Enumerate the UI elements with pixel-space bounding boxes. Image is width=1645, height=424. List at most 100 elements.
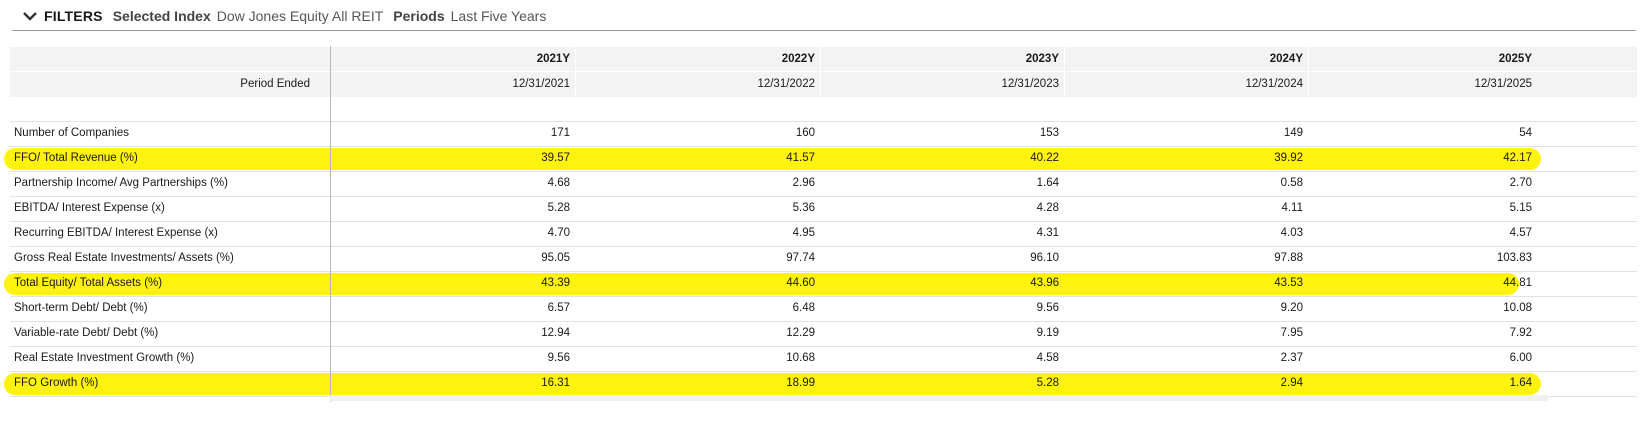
cell-value: 10.68 bbox=[786, 352, 815, 364]
cell-value: 44.81 bbox=[1503, 277, 1532, 289]
horizontal-scrollbar[interactable] bbox=[330, 395, 1548, 401]
row-label: Total Equity/ Total Assets (%) bbox=[14, 277, 163, 289]
cell-value: 1.64 bbox=[1509, 377, 1532, 389]
table-row: EBITDA/ Interest Expense (x) 5.28 5.36 4.28… bbox=[10, 196, 1637, 222]
cell-value: 5.36 bbox=[792, 202, 815, 214]
cell-value: 44.60 bbox=[786, 277, 815, 289]
cell-value: 12.94 bbox=[541, 327, 570, 339]
table-row: Partnership Income/ Avg Partnerships (%)… bbox=[10, 171, 1637, 197]
cell-value: 4.11 bbox=[1281, 202, 1303, 214]
table-row: FFO/ Total Revenue (%) 39.57 41.57 40.22 39.… bbox=[10, 146, 1637, 172]
cell-value: 96.10 bbox=[1030, 252, 1059, 264]
cell-value: 4.68 bbox=[547, 177, 570, 189]
table-row: Total Equity/ Total Assets (%) 43.39 44.60… bbox=[10, 271, 1637, 297]
cell-value: 97.88 bbox=[1274, 252, 1303, 264]
table-row: Number of Companies 171 160 153 149 54 bbox=[10, 121, 1637, 147]
column-header-2023y: 2023Y bbox=[1025, 53, 1059, 65]
header-column-divider bbox=[575, 46, 576, 96]
cell-value: 4.03 bbox=[1280, 227, 1303, 239]
periods-label: Periods bbox=[393, 8, 445, 24]
cell-value: 4.95 bbox=[792, 227, 815, 239]
cell-value: 1.64 bbox=[1036, 177, 1059, 189]
cell-value: 5.28 bbox=[547, 202, 570, 214]
cell-value: 43.53 bbox=[1274, 277, 1303, 289]
cell-value: 153 bbox=[1039, 127, 1059, 139]
cell-value: 160 bbox=[795, 127, 815, 139]
row-label: Variable-rate Debt/ Debt (%) bbox=[14, 327, 159, 339]
cell-value: 16.31 bbox=[541, 377, 570, 389]
cell-value: 43.39 bbox=[541, 277, 570, 289]
column-header-2022y: 2022Y bbox=[781, 53, 815, 65]
period-date: 12/31/2021 bbox=[512, 78, 570, 90]
filters-bar: FILTERS Selected Index Dow Jones Equity … bbox=[0, 0, 1645, 32]
selected-index-value: Dow Jones Equity All REIT bbox=[216, 8, 384, 24]
cell-value: 2.94 bbox=[1280, 377, 1303, 389]
row-label: FFO/ Total Revenue (%) bbox=[14, 152, 138, 164]
header-column-divider bbox=[1064, 46, 1065, 96]
table-row: FFO Growth (%) 16.31 18.99 5.28 2.94 1.64 bbox=[10, 371, 1637, 397]
table-row: Recurring EBITDA/ Interest Expense (x) 4.… bbox=[10, 221, 1637, 247]
column-header-2021y: 2021Y bbox=[536, 53, 570, 65]
row-label: Real Estate Investment Growth (%) bbox=[14, 352, 195, 364]
filters-title[interactable]: FILTERS bbox=[44, 8, 103, 24]
cell-value: 0.58 bbox=[1280, 177, 1303, 189]
cell-value: 7.92 bbox=[1509, 327, 1532, 339]
cell-value: 171 bbox=[550, 127, 570, 139]
table-row: Variable-rate Debt/ Debt (%) 12.94 12.29 9.… bbox=[10, 321, 1637, 347]
cell-value: 2.96 bbox=[792, 177, 815, 189]
table-row: Real Estate Investment Growth (%) 9.56 10.… bbox=[10, 346, 1637, 372]
selected-index-label: Selected Index bbox=[112, 8, 211, 24]
cell-value: 6.48 bbox=[792, 302, 815, 314]
label-column-divider bbox=[330, 46, 331, 402]
cell-value: 95.05 bbox=[541, 252, 570, 264]
cell-value: 4.28 bbox=[1036, 202, 1059, 214]
cell-value: 103.83 bbox=[1496, 252, 1532, 264]
cell-value: 54 bbox=[1519, 127, 1532, 139]
cell-value: 10.08 bbox=[1503, 302, 1532, 314]
header-period-row: Period Ended 12/31/2021 12/31/2022 12/31/20… bbox=[10, 71, 1637, 98]
cell-value: 2.70 bbox=[1509, 177, 1532, 189]
filters-divider bbox=[12, 30, 1636, 31]
cell-value: 39.57 bbox=[541, 152, 570, 164]
cell-value: 9.56 bbox=[547, 352, 570, 364]
row-label: Recurring EBITDA/ Interest Expense (x) bbox=[14, 227, 218, 239]
cell-value: 12.29 bbox=[786, 327, 815, 339]
period-ended-label: Period Ended bbox=[240, 78, 310, 90]
row-label: FFO Growth (%) bbox=[14, 377, 99, 389]
table-row: Short-term Debt/ Debt (%) 6.57 6.48 9.56 9.2… bbox=[10, 296, 1637, 322]
cell-value: 41.57 bbox=[786, 152, 815, 164]
cell-value: 9.19 bbox=[1036, 327, 1059, 339]
period-date: 12/31/2022 bbox=[757, 78, 815, 90]
cell-value: 39.92 bbox=[1274, 152, 1303, 164]
row-label: EBITDA/ Interest Expense (x) bbox=[14, 202, 165, 214]
cell-value: 18.99 bbox=[786, 377, 815, 389]
row-label: Gross Real Estate Investments/ Assets (%… bbox=[14, 252, 234, 264]
header-column-divider bbox=[1308, 46, 1309, 96]
cell-value: 4.57 bbox=[1509, 227, 1532, 239]
chevron-down-icon[interactable] bbox=[22, 8, 38, 24]
row-label: Partnership Income/ Avg Partnerships (%) bbox=[14, 177, 228, 189]
cell-value: 9.20 bbox=[1280, 302, 1303, 314]
column-header-2024y: 2024Y bbox=[1269, 53, 1303, 65]
column-header-2025y: 2025Y bbox=[1498, 53, 1532, 65]
cell-value: 42.17 bbox=[1503, 152, 1532, 164]
spacer-row bbox=[10, 96, 1637, 122]
cell-value: 149 bbox=[1283, 127, 1303, 139]
period-date: 12/31/2023 bbox=[1001, 78, 1059, 90]
header-years-row: 2021Y 2022Y 2023Y 2024Y 2025Y bbox=[10, 46, 1637, 73]
row-label: Short-term Debt/ Debt (%) bbox=[14, 302, 148, 314]
cell-value: 4.58 bbox=[1036, 352, 1059, 364]
periods-value: Last Five Years bbox=[450, 8, 547, 24]
cell-value: 4.31 bbox=[1036, 227, 1059, 239]
table-row: Gross Real Estate Investments/ Assets (%… bbox=[10, 246, 1637, 272]
cell-value: 6.00 bbox=[1509, 352, 1532, 364]
cell-value: 97.74 bbox=[786, 252, 815, 264]
cell-value: 5.28 bbox=[1036, 377, 1059, 389]
period-date: 12/31/2025 bbox=[1474, 78, 1532, 90]
cell-value: 6.57 bbox=[547, 302, 570, 314]
cell-value: 5.15 bbox=[1509, 202, 1532, 214]
row-label: Number of Companies bbox=[14, 127, 130, 139]
cell-value: 43.96 bbox=[1030, 277, 1059, 289]
cell-value: 9.56 bbox=[1036, 302, 1059, 314]
period-date: 12/31/2024 bbox=[1245, 78, 1303, 90]
